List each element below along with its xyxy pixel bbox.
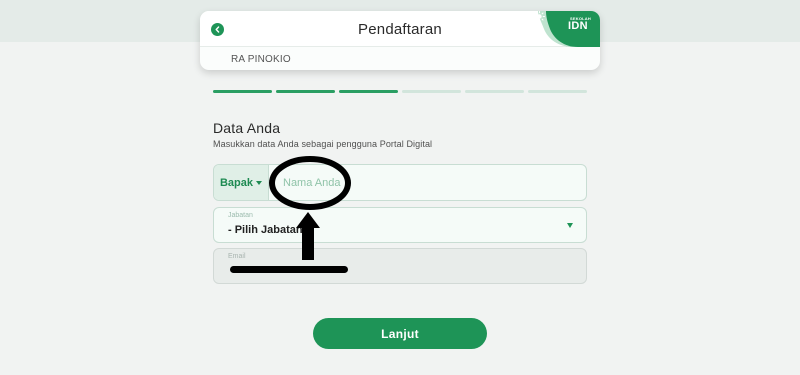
school-name: RA PINOKIO (231, 54, 291, 65)
jabatan-select[interactable]: Jabatan - Pilih Jabatan - (213, 207, 587, 243)
brand-name: IDN (568, 20, 588, 32)
section-subtitle: Masukkan data Anda sebagai pengguna Port… (213, 139, 433, 149)
salutation-dropdown[interactable]: Bapak (214, 165, 269, 200)
caret-down-icon (256, 180, 263, 185)
section-title: Data Anda (213, 120, 281, 136)
brand-logo: SEKOLAH IDN (534, 11, 600, 47)
progress-step-done (276, 90, 335, 93)
jabatan-label: Jabatan (228, 212, 253, 219)
progress-step-done (213, 90, 272, 93)
name-input[interactable] (283, 165, 573, 200)
header-card: Pendaftaran SEKOLAH IDN RA PINOKIO (200, 11, 600, 70)
redaction-bar (230, 266, 348, 273)
caret-down-icon (567, 223, 573, 228)
progress-step-done (339, 90, 398, 93)
progress-step-pending (465, 90, 524, 93)
name-field-group: Bapak (213, 164, 587, 201)
submit-button[interactable]: Lanjut (313, 318, 487, 349)
email-label: Email (228, 253, 246, 260)
sun-icon (534, 11, 545, 22)
jabatan-value: - Pilih Jabatan - (228, 224, 310, 236)
progress-stepper (213, 90, 587, 93)
header-bar: Pendaftaran SEKOLAH IDN (200, 11, 600, 47)
progress-step-pending (528, 90, 587, 93)
progress-step-pending (402, 90, 461, 93)
salutation-value: Bapak (219, 176, 254, 189)
